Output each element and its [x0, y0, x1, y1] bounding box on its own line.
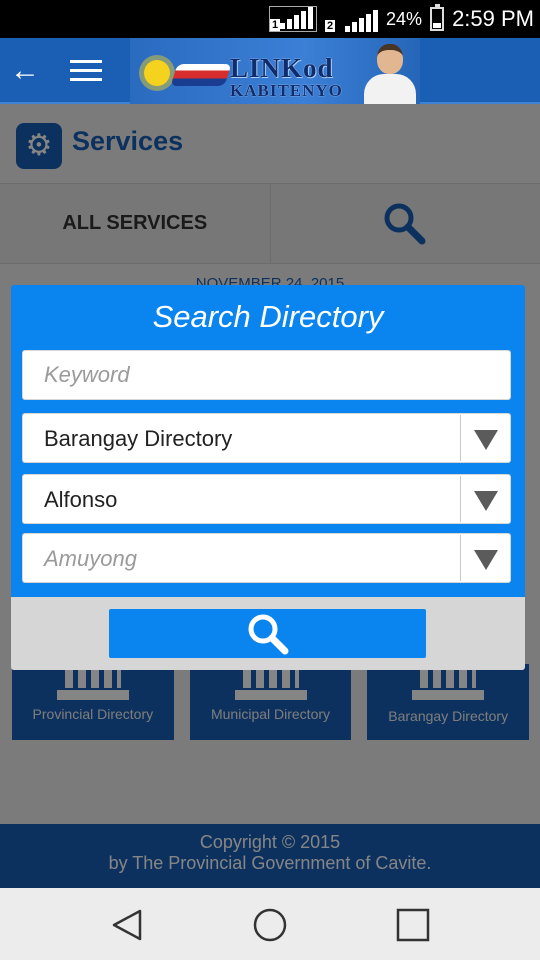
- logo-title: LINKod: [230, 53, 334, 83]
- dropdown-arrow-icon[interactable]: [474, 430, 498, 450]
- keyword-input[interactable]: [23, 351, 510, 399]
- search-button[interactable]: [109, 609, 426, 658]
- dropdown-arrow-icon[interactable]: [474, 491, 498, 511]
- back-arrow-icon[interactable]: ←: [10, 54, 40, 88]
- dialog-title: Search Directory: [152, 299, 384, 334]
- system-nav-bar: [0, 888, 540, 960]
- governor-photo: [364, 44, 416, 104]
- sim1-signal-icon: 1: [269, 6, 318, 32]
- nav-recents-icon[interactable]: [396, 908, 430, 942]
- battery-icon: [430, 4, 445, 31]
- status-bar: 1 2 24% 2:59 PM: [0, 0, 540, 38]
- search-directory-dialog: Search Directory Barangay Directory Alfo…: [11, 285, 525, 670]
- status-time: 2:59 PM: [452, 6, 534, 31]
- battery-percent: 24%: [386, 8, 423, 29]
- app-bar: ← LINKod KABITENYO: [0, 38, 540, 104]
- sim2-signal-icon: 2: [325, 6, 379, 32]
- directory-type-value: Barangay Directory: [44, 426, 233, 451]
- municipality-value: Alfonso: [44, 487, 118, 512]
- app-logo: LINKod KABITENYO: [130, 38, 420, 104]
- nav-home-icon[interactable]: [253, 908, 287, 942]
- directory-type-select[interactable]: Barangay Directory: [22, 413, 511, 463]
- municipality-select[interactable]: Alfonso: [22, 474, 511, 524]
- dropdown-arrow-icon[interactable]: [474, 550, 498, 570]
- barangay-placeholder: Amuyong: [44, 546, 137, 571]
- sim2-label: 2: [325, 20, 336, 32]
- sim1-label: 1: [270, 19, 281, 31]
- dialog-actions: [11, 597, 525, 670]
- flag-ribbon-icon: [170, 64, 232, 86]
- nav-back-icon[interactable]: [110, 908, 144, 942]
- search-icon: [248, 614, 289, 655]
- sun-emblem-icon: [144, 60, 170, 86]
- hamburger-menu-icon[interactable]: [70, 60, 102, 82]
- status-icons: 1 2 24% 2:59 PM: [269, 0, 534, 38]
- barangay-select[interactable]: Amuyong: [22, 533, 511, 583]
- keyword-field[interactable]: [22, 350, 511, 400]
- logo-subtitle: KABITENYO: [230, 81, 343, 100]
